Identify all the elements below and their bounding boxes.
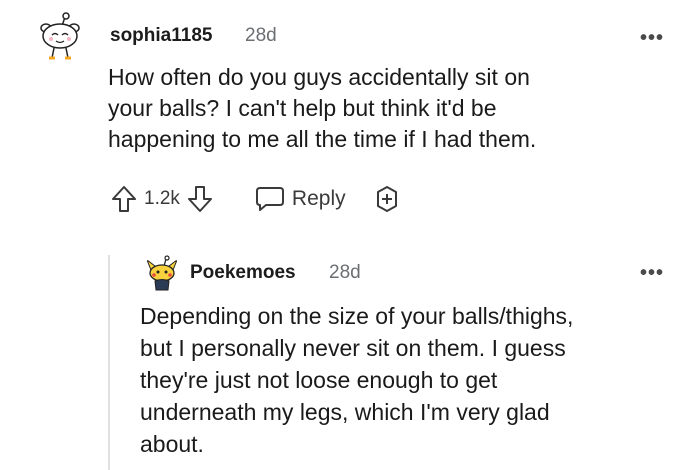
arrow-up-icon — [112, 186, 136, 212]
comment-more-options-button[interactable]: ••• — [640, 28, 664, 48]
speech-bubble-icon — [255, 187, 284, 211]
upvote-button[interactable] — [110, 184, 138, 214]
reply-username[interactable]: Poekemoes — [190, 262, 296, 284]
award-button[interactable] — [372, 184, 402, 214]
comment-username[interactable]: sophia1185 — [110, 25, 212, 47]
reply-more-options-button[interactable]: ••• — [640, 263, 664, 283]
thread-line[interactable] — [108, 255, 110, 470]
vote-count: 1.2k — [144, 188, 180, 209]
user-avatar[interactable] — [32, 8, 88, 64]
reply-body: Depending on the size of your balls/thig… — [140, 303, 574, 457]
arrow-down-icon — [187, 186, 212, 212]
snoo-avatar-icon — [32, 8, 88, 64]
comment-body: How often do you guys accidentally sit o… — [108, 64, 537, 152]
downvote-button[interactable] — [186, 184, 214, 214]
snoo-avatar-icon — [142, 254, 182, 294]
reply-age: 28d — [329, 262, 361, 283]
award-plus-icon — [376, 186, 397, 212]
comment-age: 28d — [245, 25, 277, 46]
comment-action-bar: 1.2k Reply — [110, 183, 402, 215]
reply-label: Reply — [291, 187, 346, 210]
reply-button[interactable]: Reply — [254, 184, 346, 214]
reply-avatar[interactable] — [142, 254, 182, 294]
